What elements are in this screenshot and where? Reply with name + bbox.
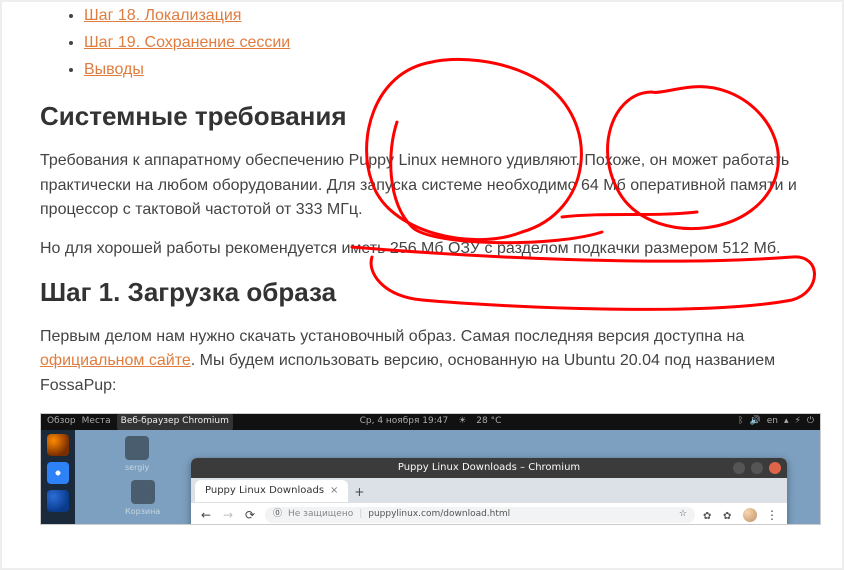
trash-icon	[131, 480, 155, 504]
tab-strip: Puppy Linux Downloads × +	[191, 478, 787, 502]
toc-link-step18[interactable]: Шаг 18. Локализация	[84, 7, 241, 24]
extension-icon: ✿	[703, 509, 715, 521]
browser-tab: Puppy Linux Downloads ×	[195, 480, 348, 502]
topbar-places: Места	[82, 415, 111, 429]
table-of-contents: Шаг 18. Локализация Шаг 19. Сохранение с…	[40, 4, 804, 82]
battery-icon: ⚡	[795, 415, 801, 429]
insecure-label: Не защищено	[288, 508, 353, 522]
close-icon: ×	[330, 483, 338, 499]
topbar-overview: Обзор	[47, 415, 76, 429]
back-icon: ←	[199, 508, 213, 522]
forward-icon: →	[221, 508, 235, 522]
insecure-icon: ⓪	[273, 508, 282, 522]
screenshot-download-page: Обзор Места Веб-браузер Chromium Ср, 4 н…	[40, 413, 821, 525]
chromium-icon	[47, 462, 69, 484]
article-page: Шаг 18. Локализация Шаг 19. Сохранение с…	[0, 0, 844, 570]
bluetooth-icon: ᛒ	[738, 415, 743, 429]
official-site-link[interactable]: официальном сайте	[40, 352, 191, 369]
thunderbird-icon	[47, 490, 69, 512]
step1-text-a: Первым делом нам нужно скачать установоч…	[40, 328, 744, 345]
extension-icon: ✿	[723, 509, 735, 521]
topbar-lang: en	[767, 415, 778, 429]
desktop-icon-trash: Корзина	[125, 480, 160, 518]
menu-icon: ⋮	[765, 508, 779, 522]
dock	[41, 430, 75, 525]
power-icon: ⏻	[807, 415, 814, 429]
requirements-paragraph-1: Требования к аппаратному обеспечению Pup…	[40, 149, 804, 223]
desktop-icon-trash-label: Корзина	[125, 507, 160, 516]
desktop-icon-user: sergiy	[125, 436, 149, 474]
address-url: puppylinux.com/download.html	[368, 508, 510, 522]
browser-toolbar: ← → ⟳ ⓪ Не защищено | puppylinux.com/dow…	[191, 502, 787, 525]
topbar-app-chromium: Веб-браузер Chromium	[117, 414, 233, 430]
network-icon: ▴	[784, 415, 789, 429]
sun-icon: ☀	[458, 415, 466, 429]
section-heading-requirements: Системные требования	[40, 100, 804, 133]
window-maximize-icon	[751, 462, 763, 474]
topbar-weather: 28 °C	[476, 415, 501, 429]
toc-link-conclusions[interactable]: Выводы	[84, 61, 144, 78]
profile-avatar	[743, 508, 757, 522]
address-bar: ⓪ Не защищено | puppylinux.com/download.…	[265, 507, 695, 523]
folder-icon	[125, 436, 149, 460]
browser-tab-title: Puppy Linux Downloads	[205, 483, 324, 499]
star-icon: ☆	[679, 508, 687, 522]
chromium-window: Puppy Linux Downloads – Chromium Puppy L…	[191, 458, 787, 525]
toc-item: Шаг 18. Локализация	[84, 4, 804, 29]
window-minimize-icon	[733, 462, 745, 474]
new-tab-icon: +	[354, 483, 364, 502]
desktop-icon-user-label: sergiy	[125, 463, 149, 472]
reload-icon: ⟳	[243, 508, 257, 522]
toc-item: Выводы	[84, 58, 804, 83]
window-title-text: Puppy Linux Downloads – Chromium	[398, 460, 580, 476]
requirements-paragraph-2: Но для хорошей работы рекомендуется имет…	[40, 237, 804, 262]
topbar-date: Ср, 4 ноября 19:47	[360, 415, 449, 429]
window-titlebar: Puppy Linux Downloads – Chromium	[191, 458, 787, 478]
section-heading-step1: Шаг 1. Загрузка образа	[40, 276, 804, 309]
window-close-icon	[769, 462, 781, 474]
step1-paragraph: Первым делом нам нужно скачать установоч…	[40, 325, 804, 399]
gnome-topbar: Обзор Места Веб-браузер Chromium Ср, 4 н…	[41, 414, 820, 430]
toc-item: Шаг 19. Сохранение сессии	[84, 31, 804, 56]
toc-link-step19[interactable]: Шаг 19. Сохранение сессии	[84, 34, 290, 51]
firefox-icon	[47, 434, 69, 456]
volume-icon: 🔊	[750, 415, 761, 429]
